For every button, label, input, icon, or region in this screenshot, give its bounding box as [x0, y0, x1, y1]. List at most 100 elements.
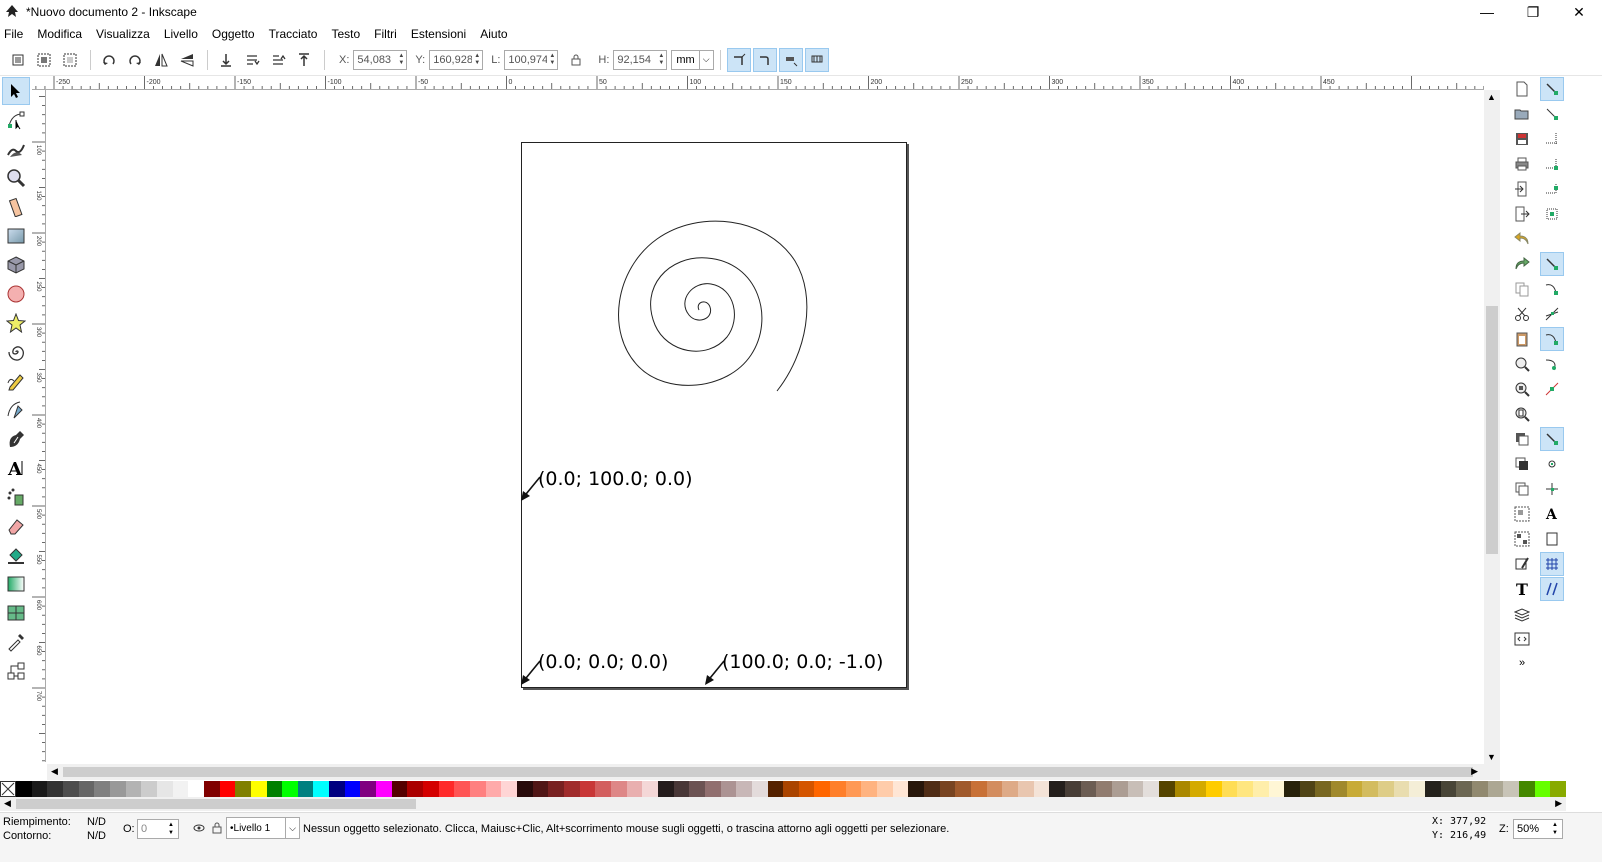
color-swatch[interactable]: [78, 781, 95, 797]
color-swatch[interactable]: [203, 781, 220, 797]
3d-box-tool[interactable]: [2, 251, 30, 279]
unit-select[interactable]: mm ⌵: [671, 49, 714, 70]
color-swatch[interactable]: [1393, 781, 1410, 797]
snap-paths-toggle[interactable]: [1540, 277, 1564, 301]
color-swatch[interactable]: [1018, 781, 1034, 797]
zoom-spin-arrows[interactable]: ▲ ▼: [1552, 820, 1562, 838]
color-swatch[interactable]: [986, 781, 1003, 797]
maximize-button[interactable]: ❐: [1510, 0, 1556, 24]
color-swatch[interactable]: [736, 781, 752, 797]
node-tool[interactable]: [2, 106, 30, 134]
palette-scroll-left-icon[interactable]: ◀: [4, 798, 11, 809]
raise-button[interactable]: [266, 48, 290, 72]
palette-scroll-right-icon[interactable]: ▶: [1555, 798, 1562, 809]
color-swatch[interactable]: [1033, 781, 1050, 797]
width-spin-arrows[interactable]: ▲ ▼: [547, 51, 557, 69]
color-swatch[interactable]: [470, 781, 486, 797]
color-swatch[interactable]: [642, 781, 658, 797]
color-swatch[interactable]: [344, 781, 361, 797]
lock-proportions-button[interactable]: [564, 48, 588, 72]
color-swatch[interactable]: [1331, 781, 1347, 797]
color-swatch[interactable]: [438, 781, 455, 797]
color-swatch[interactable]: [720, 781, 737, 797]
color-swatch[interactable]: [626, 781, 643, 797]
color-swatch[interactable]: [1409, 781, 1426, 797]
text-tool[interactable]: A: [2, 454, 30, 482]
snap-line-midpoints-toggle[interactable]: [1540, 377, 1564, 401]
color-swatch[interactable]: [971, 781, 987, 797]
color-swatch[interactable]: [313, 781, 330, 797]
minimize-button[interactable]: —: [1464, 0, 1510, 24]
flip-vertical-button[interactable]: [175, 48, 199, 72]
lower-to-bottom-button[interactable]: [214, 48, 238, 72]
color-swatch[interactable]: [423, 781, 439, 797]
zoom-drawing-button[interactable]: [1510, 377, 1534, 401]
pen-tool[interactable]: [2, 396, 30, 424]
snap-cusp-nodes-toggle[interactable]: [1540, 327, 1564, 351]
color-swatch[interactable]: [94, 781, 110, 797]
color-swatch[interactable]: [548, 781, 564, 797]
menu-filters[interactable]: Filtri: [374, 27, 397, 41]
fill-value[interactable]: N/D: [87, 816, 106, 828]
palette-scroll-thumb[interactable]: [16, 799, 416, 809]
y-spinbox[interactable]: ▲▼: [429, 49, 484, 70]
color-swatch[interactable]: [156, 781, 173, 797]
color-swatch[interactable]: [266, 781, 283, 797]
zoom-input[interactable]: [1514, 820, 1552, 838]
snap-bbox-midpoint-toggle[interactable]: [1540, 177, 1564, 201]
duplicate-button[interactable]: [1510, 427, 1534, 451]
color-swatch[interactable]: [1268, 781, 1285, 797]
menu-path[interactable]: Tracciato: [269, 27, 318, 41]
rectangle-tool[interactable]: [2, 222, 30, 250]
paste-button[interactable]: [1510, 327, 1534, 351]
lower-button[interactable]: [240, 48, 264, 72]
snap-bbox-edge-toggle[interactable]: [1540, 127, 1564, 151]
color-swatch[interactable]: [250, 781, 267, 797]
open-button[interactable]: [1510, 102, 1534, 126]
color-swatch[interactable]: [1174, 781, 1191, 797]
color-swatch[interactable]: [1143, 781, 1159, 797]
gradient-tool[interactable]: [2, 570, 30, 598]
color-swatch[interactable]: [892, 781, 909, 797]
snap-nodes-toggle[interactable]: [1540, 252, 1564, 276]
color-swatch[interactable]: [329, 781, 345, 797]
color-swatch[interactable]: [861, 781, 878, 797]
color-swatch[interactable]: [877, 781, 893, 797]
color-swatch[interactable]: [1205, 781, 1222, 797]
color-swatch[interactable]: [563, 781, 580, 797]
export-button[interactable]: [1510, 202, 1534, 226]
color-swatch[interactable]: [657, 781, 674, 797]
color-swatch[interactable]: [1378, 781, 1394, 797]
color-swatch[interactable]: [407, 781, 424, 797]
horizontal-ruler[interactable]: -250 -200 -150 -100 -50 0 50 100 150 200 250 300 350…: [32, 76, 1484, 90]
color-swatch[interactable]: [1190, 781, 1206, 797]
chevron-more-icon[interactable]: »: [1508, 657, 1536, 669]
color-swatch[interactable]: [1049, 781, 1065, 797]
redo-button[interactable]: [1510, 252, 1534, 276]
scroll-up-icon[interactable]: ▲: [1487, 92, 1496, 102]
scale-stroke-toggle[interactable]: [726, 47, 751, 72]
color-swatch[interactable]: [31, 781, 48, 797]
drawing-canvas[interactable]: (0.0; 100.0; 0.0) (0.0; 0.0; 0.0) (100.0…: [47, 91, 1484, 762]
color-swatch[interactable]: [16, 781, 32, 797]
snap-intersections-toggle[interactable]: [1540, 302, 1564, 326]
spiral-tool[interactable]: [2, 338, 30, 366]
color-swatch[interactable]: [814, 781, 831, 797]
layer-select[interactable]: •Livello 1 ⌵: [226, 817, 300, 839]
zoom-page-button[interactable]: [1510, 402, 1534, 426]
horizontal-scrollbar[interactable]: ◀ ▶: [47, 764, 1500, 780]
snap-object-centers-toggle[interactable]: [1540, 452, 1564, 476]
color-swatch[interactable]: [1002, 781, 1018, 797]
menu-help[interactable]: Aiuto: [480, 27, 507, 41]
save-button[interactable]: [1510, 127, 1534, 151]
color-swatch[interactable]: [1425, 781, 1441, 797]
color-swatch[interactable]: [376, 781, 392, 797]
flip-horizontal-button[interactable]: [149, 48, 173, 72]
y-spin-arrows[interactable]: ▲ ▼: [472, 51, 482, 69]
color-swatch[interactable]: [360, 781, 377, 797]
menu-object[interactable]: Oggetto: [212, 27, 255, 41]
snap-page-border-toggle[interactable]: [1540, 527, 1564, 551]
stroke-value[interactable]: N/D: [87, 830, 106, 842]
menu-file[interactable]: File: [4, 27, 23, 41]
menu-layer[interactable]: Livello: [164, 27, 198, 41]
